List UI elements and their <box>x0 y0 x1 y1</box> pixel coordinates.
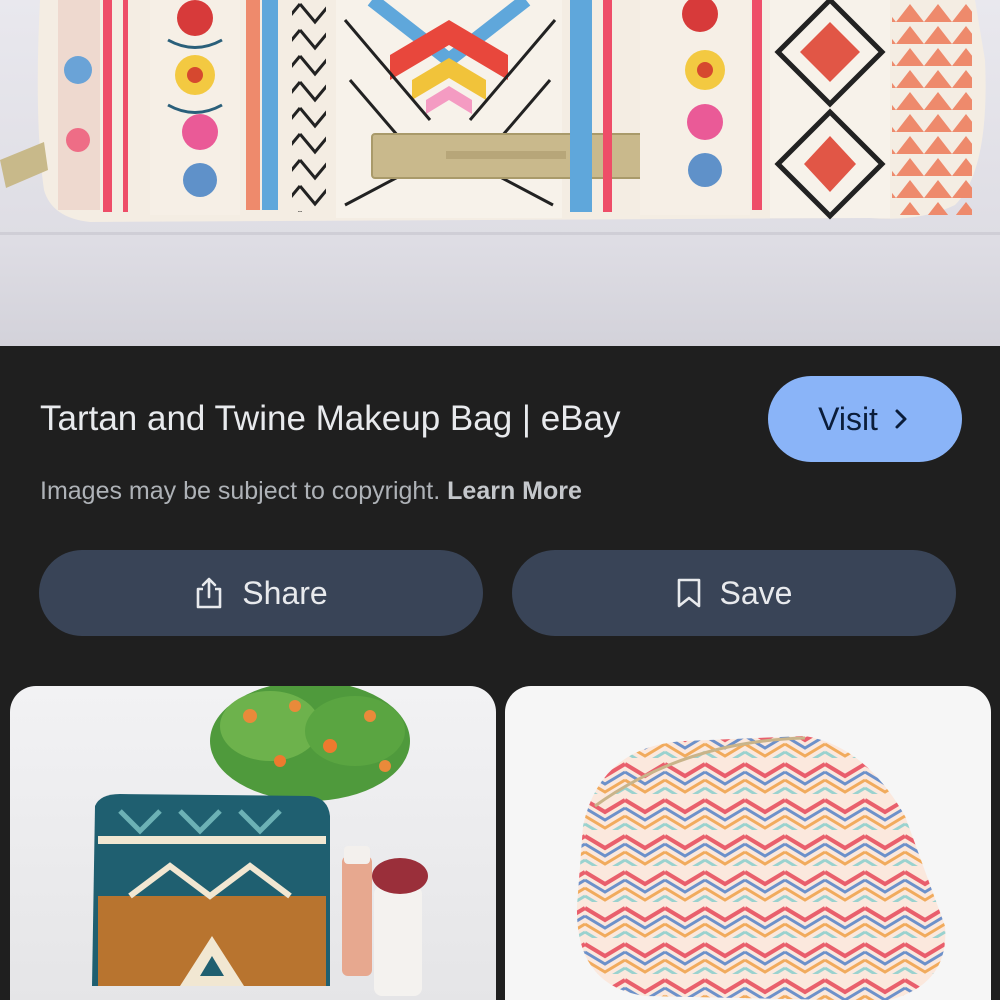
learn-more-link[interactable]: Learn More <box>447 477 582 505</box>
cosmetic-bag-with-plant-thumbnail <box>92 686 428 996</box>
share-label: Share <box>242 574 328 611</box>
image-viewer-page: Tartan and Twine Makeup Bag | eBay Visit… <box>0 0 1000 1000</box>
visit-button[interactable]: Visit <box>768 376 962 462</box>
share-icon <box>196 577 222 609</box>
related-image-1[interactable] <box>10 686 496 1000</box>
result-title[interactable]: Tartan and Twine Makeup Bag | eBay <box>40 396 620 442</box>
chevron-pouch-thumbnail <box>576 736 946 1000</box>
makeup-bag-illustration <box>0 0 1000 235</box>
save-button[interactable]: Save <box>512 550 956 636</box>
share-button[interactable]: Share <box>39 550 483 636</box>
main-product-image[interactable] <box>0 0 1000 346</box>
copyright-text: Images may be subject to copyright. <box>40 477 441 505</box>
bookmark-icon <box>677 578 700 608</box>
visit-label: Visit <box>818 400 878 437</box>
chevron-right-icon <box>895 409 907 429</box>
copyright-notice: Images may be subject to copyright. Lear… <box>40 474 582 508</box>
related-image-2[interactable] <box>505 686 991 1000</box>
save-label: Save <box>719 574 793 611</box>
